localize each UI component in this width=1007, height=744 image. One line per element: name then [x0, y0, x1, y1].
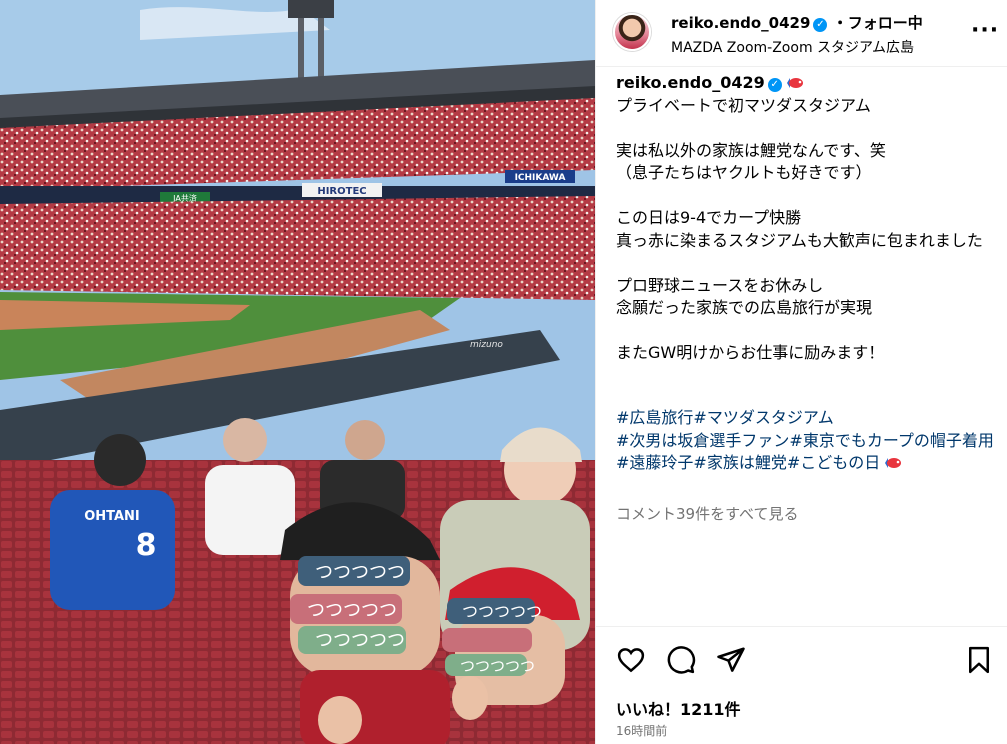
verified-badge-icon: ✓ — [813, 18, 828, 32]
post-header: reiko.endo_0429 ✓ ・フォロー中 MAZDA Zoom-Zoom … — [596, 0, 1007, 67]
sign-mizuno: mizuno — [470, 340, 503, 350]
caption: reiko.endo_0429 ✓ プライベートで初マツダスタジアム 実は私以外の… — [616, 72, 996, 365]
jersey-name: OHTANI — [84, 509, 140, 524]
like-count[interactable]: いいね！1211件 — [616, 696, 741, 720]
sticker-text: つつつつつ — [460, 657, 535, 675]
post-photo[interactable]: HIROTEC ICHIKAWA JA共済 mizuno OHTANI 8 つつ… — [0, 0, 595, 744]
stadium-photo: HIROTEC ICHIKAWA JA共済 mizuno OHTANI 8 つつ… — [0, 0, 595, 744]
jersey-number: 8 — [136, 528, 157, 563]
hashtag-line-3[interactable]: #遠藤玲子#家族は鯉党#こどもの日 — [616, 453, 880, 472]
more-options-icon[interactable]: ··· — [971, 18, 999, 43]
location-link[interactable]: MAZDA Zoom-Zoom スタジアム広島 — [671, 37, 914, 57]
share-icon[interactable] — [716, 645, 746, 675]
carp-streamer-icon — [786, 78, 803, 88]
sticker-text: つつつつつ — [315, 630, 405, 651]
follow-status-button[interactable]: フォロー中 — [848, 14, 923, 32]
heart-icon[interactable] — [616, 645, 646, 675]
hashtag-line-1[interactable]: #広島旅行#マツダスタジアム — [616, 408, 834, 427]
post-panel: reiko.endo_0429 ✓ ・フォロー中 MAZDA Zoom-Zoom … — [595, 0, 1007, 744]
avatar[interactable] — [613, 13, 651, 51]
caption-body: プライベートで初マツダスタジアム 実は私以外の家族は鯉党なんです、笑 （息子たち… — [616, 95, 983, 363]
action-bar: いいね！1211件 16時間前 — [596, 626, 1007, 744]
caption-username[interactable]: reiko.endo_0429 — [616, 73, 765, 92]
header-user-line: reiko.endo_0429 ✓ ・フォロー中 — [671, 12, 923, 33]
bookmark-icon[interactable] — [964, 645, 994, 675]
hashtags: #広島旅行#マツダスタジアム #次男は坂倉選手ファン#東京でもカープの帽子着用 … — [616, 407, 996, 475]
sticker-text: つつつつつ — [315, 562, 405, 583]
view-all-comments-link[interactable]: コメント39件をすべて見る — [616, 503, 798, 524]
sticker-text: つつつつつ — [462, 602, 542, 621]
comment-icon[interactable] — [666, 645, 696, 675]
sign-ichikawa: ICHIKAWA — [515, 173, 566, 183]
verified-badge-icon: ✓ — [767, 78, 782, 92]
carp-streamer-icon — [885, 458, 902, 468]
username-link[interactable]: reiko.endo_0429 — [671, 14, 810, 32]
header-separator: ・ — [832, 14, 848, 32]
sticker-text: つつつつつ — [307, 600, 397, 621]
post-timestamp[interactable]: 16時間前 — [616, 722, 667, 739]
hashtag-line-2[interactable]: #次男は坂倉選手ファン#東京でもカープの帽子着用 — [616, 431, 994, 450]
sign-hirotec: HIROTEC — [317, 186, 366, 197]
